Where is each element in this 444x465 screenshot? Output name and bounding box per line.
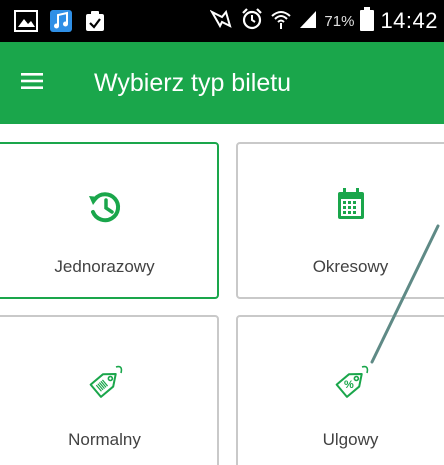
menu-button[interactable] [14,65,50,101]
svg-text:%: % [344,379,354,391]
battery-percent: 71% [324,12,355,30]
status-left-icons [14,10,106,37]
ticket-option-label: Jednorazowy [54,257,155,276]
history-icon [86,188,124,228]
ticket-type-grid: Jednorazowy Okresowy Normalny % Ulgowy [0,124,444,465]
clipboard-check-icon [84,10,106,37]
nfc-icon [209,9,234,34]
calendar-icon [336,188,366,228]
screen: 71% 14:42 Wybierz typ biletu Jednorazowy… [0,0,444,465]
card-icon-wrap [238,188,444,228]
music-icon [50,10,72,37]
status-right-icons: 71% 14:42 [209,0,438,42]
menu-icon [21,72,43,95]
ticket-option-label: Normalny [68,430,141,449]
card-icon-wrap [0,188,217,228]
ticket-option-ulgowy[interactable]: % Ulgowy [236,315,444,465]
alarm-icon [240,7,264,36]
status-bar: 71% 14:42 [0,0,444,42]
battery-icon [360,6,375,36]
clock-time: 14:42 [380,8,438,33]
ticket-option-okresowy[interactable]: Okresowy [236,142,444,299]
discount-tag-icon: % [329,361,373,401]
ticket-option-jednorazowy[interactable]: Jednorazowy [0,142,219,299]
signal-icon [298,9,318,34]
tag-icon [83,361,127,401]
grid-viewport: Jednorazowy Okresowy Normalny % Ulgowy [0,124,444,465]
app-bar: Wybierz typ biletu [0,42,444,124]
ticket-option-label: Okresowy [312,257,389,276]
card-icon-wrap [0,361,217,401]
ticket-option-label: Ulgowy [322,430,379,449]
ticket-option-normalny[interactable]: Normalny [0,315,219,465]
page-title: Wybierz typ biletu [94,69,292,97]
card-icon-wrap: % [238,361,444,401]
wifi-icon [270,8,292,35]
gallery-icon [14,10,38,37]
